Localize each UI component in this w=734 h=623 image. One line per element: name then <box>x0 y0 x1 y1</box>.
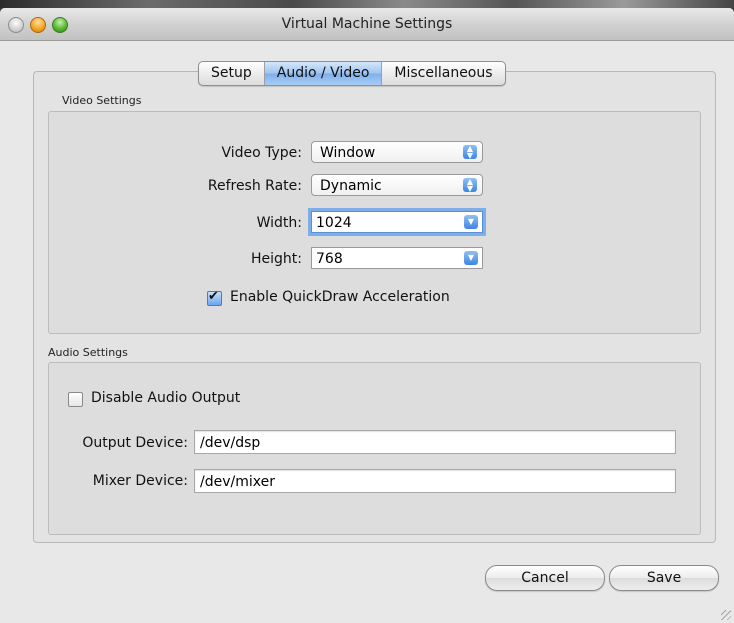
video-settings-label: Video Settings <box>62 94 142 107</box>
width-label: Width: <box>256 215 302 231</box>
resize-grip[interactable] <box>721 610 731 620</box>
video-type-value: Window <box>320 145 376 161</box>
tab-miscellaneous[interactable]: Miscellaneous <box>382 62 504 85</box>
popup-arrows-icon: ▲ ▼ <box>463 178 477 193</box>
mixer-device-field[interactable]: /dev/mixer <box>194 469 676 493</box>
settings-window: Virtual Machine Settings Setup Audio / V… <box>0 8 734 623</box>
tab-setup[interactable]: Setup <box>199 62 265 85</box>
combo-arrow-icon[interactable]: ▼ <box>464 251 478 265</box>
popup-arrows-icon: ▲ ▼ <box>463 145 477 160</box>
save-button[interactable]: Save <box>609 565 719 591</box>
height-label: Height: <box>251 251 302 267</box>
output-device-label: Output Device: <box>82 435 188 451</box>
quickdraw-checkbox[interactable] <box>207 289 222 306</box>
refresh-rate-value: Dynamic <box>320 178 382 194</box>
output-device-field[interactable]: /dev/dsp <box>194 430 676 454</box>
width-combo[interactable]: 1024 ▼ <box>311 211 483 233</box>
refresh-rate-popup[interactable]: Dynamic ▲ ▼ <box>311 174 483 196</box>
video-type-popup[interactable]: Window ▲ ▼ <box>311 141 483 163</box>
window-title: Virtual Machine Settings <box>281 16 453 32</box>
title-bar[interactable]: Virtual Machine Settings <box>0 8 734 41</box>
tab-audio-video[interactable]: Audio / Video <box>264 62 383 85</box>
audio-settings-label: Audio Settings <box>48 346 128 359</box>
combo-arrow-icon[interactable]: ▼ <box>464 215 478 229</box>
width-value: 1024 <box>316 215 352 231</box>
quickdraw-label[interactable]: Enable QuickDraw Acceleration <box>230 289 450 305</box>
height-combo[interactable]: 768 ▼ <box>311 247 483 269</box>
mixer-device-label: Mixer Device: <box>92 473 188 489</box>
cancel-button[interactable]: Cancel <box>485 565 605 591</box>
disable-audio-label[interactable]: Disable Audio Output <box>91 390 240 406</box>
height-value: 768 <box>316 251 343 267</box>
disable-audio-checkbox[interactable] <box>68 392 83 407</box>
refresh-rate-label: Refresh Rate: <box>207 178 302 194</box>
desktop-background <box>0 0 734 8</box>
video-type-label: Video Type: <box>221 145 302 161</box>
tab-bar: Setup Audio / Video Miscellaneous <box>198 61 506 86</box>
